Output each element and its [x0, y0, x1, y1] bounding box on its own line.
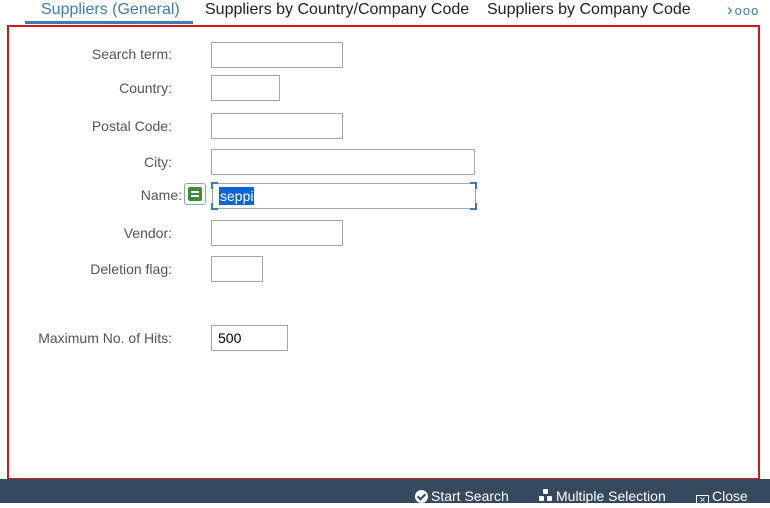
overflow-dots-icon: ooo: [734, 3, 760, 18]
equals-icon: [188, 187, 202, 201]
active-tab-indicator: [25, 21, 193, 24]
close-icon: ×: [696, 495, 709, 508]
multiple-selection-label: Multiple Selection: [556, 488, 666, 504]
tab-suppliers-by-company-code[interactable]: Suppliers by Company Code: [487, 0, 691, 22]
focus-corner: [211, 203, 218, 210]
start-search-label: Start Search: [431, 488, 509, 504]
max-hits-input[interactable]: [211, 325, 288, 351]
tab-suppliers-by-country-company-code[interactable]: Suppliers by Country/Company Code: [205, 0, 469, 22]
focus-corner: [470, 182, 477, 189]
focus-corner: [211, 182, 218, 189]
focus-corner: [470, 203, 477, 210]
postal-code-input[interactable]: [211, 113, 343, 139]
search-form-panel: Search term: Country: Postal Code: City:…: [7, 25, 760, 480]
postal-code-label: Postal Code:: [91, 118, 172, 134]
vendor-label: Vendor:: [123, 225, 172, 241]
start-search-button[interactable]: Start Search: [415, 488, 509, 504]
name-input-selected-text: seppi: [219, 187, 255, 205]
name-input[interactable]: seppi: [211, 182, 477, 210]
footer-toolbar: Start Search Multiple Selection × Close: [0, 479, 770, 508]
more-tabs-button[interactable]: › ooo: [727, 0, 759, 22]
city-input[interactable]: [211, 149, 475, 175]
multiple-selection-icon: [539, 489, 553, 503]
city-label: City:: [144, 154, 172, 170]
check-circle-icon: [415, 490, 428, 503]
close-label: Close: [712, 488, 748, 504]
name-label: Name:: [140, 187, 182, 203]
tab-bar: Suppliers (General) Suppliers by Country…: [0, 0, 770, 24]
max-hits-label: Maximum No. of Hits:: [38, 330, 172, 346]
deletion-flag-input[interactable]: [211, 256, 263, 282]
search-term-input[interactable]: [211, 42, 343, 68]
country-input[interactable]: [211, 75, 280, 101]
search-term-label: Search term:: [91, 46, 172, 62]
vendor-input[interactable]: [211, 220, 343, 246]
chevron-right-icon: ›: [727, 0, 733, 19]
deletion-flag-label: Deletion flag:: [90, 261, 172, 277]
selection-option-button[interactable]: [184, 183, 206, 205]
country-label: Country:: [119, 80, 172, 96]
close-button[interactable]: × Close: [696, 488, 748, 508]
multiple-selection-button[interactable]: Multiple Selection: [539, 488, 666, 504]
tab-suppliers-general[interactable]: Suppliers (General): [41, 0, 180, 22]
